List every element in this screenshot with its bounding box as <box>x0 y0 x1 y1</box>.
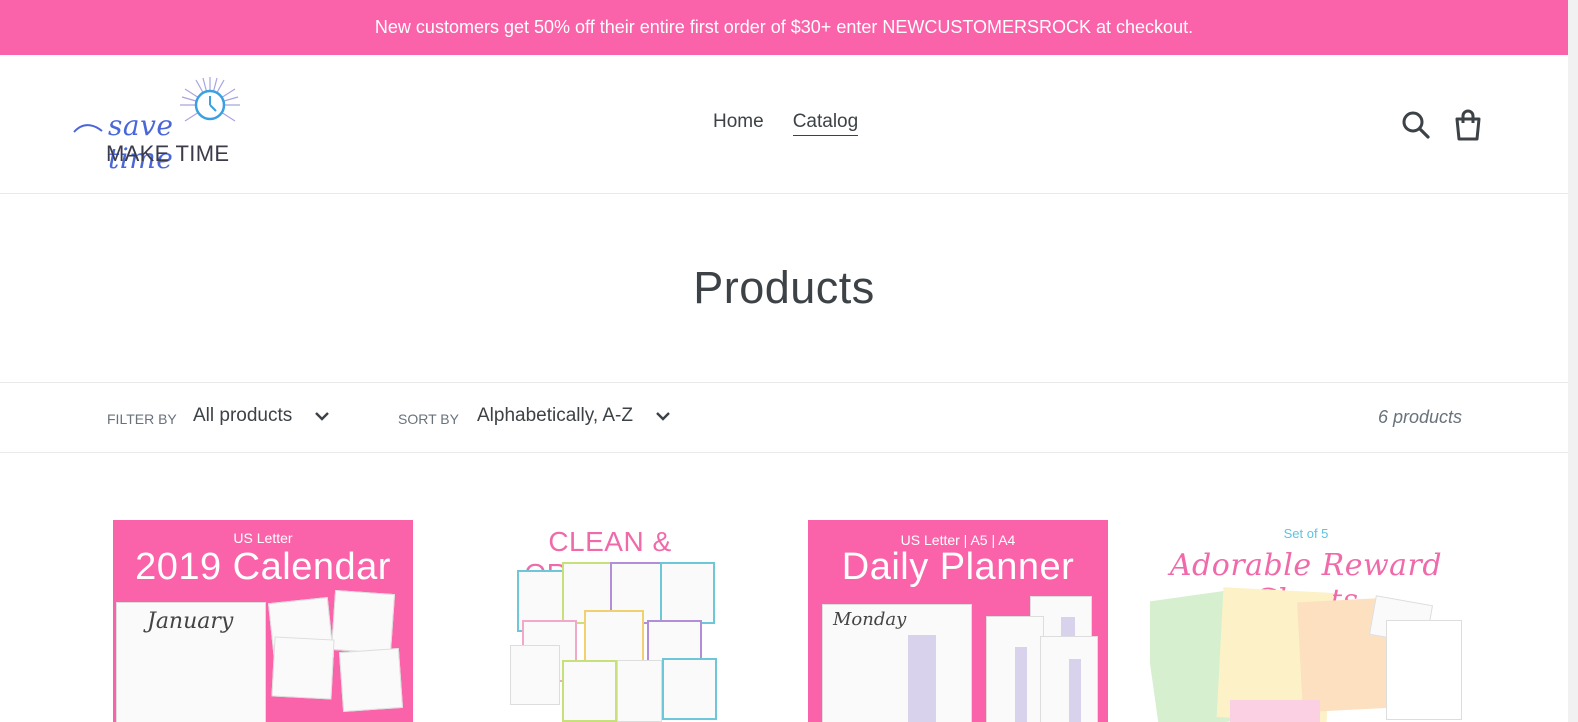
announcement-text: New customers get 50% off their entire f… <box>374 17 1194 37</box>
product-count: 6 products <box>1377 407 1462 427</box>
sheet-text: January <box>147 609 234 634</box>
logo-caps: MAKE TIME <box>106 141 230 166</box>
search-button[interactable] <box>1398 107 1434 143</box>
site-header: save time MAKE TIME Home Catalog <box>0 55 1568 194</box>
announcement-bar: New customers get 50% off their entire f… <box>0 0 1568 55</box>
main-nav: Home Catalog <box>713 111 859 136</box>
product-image <box>1230 700 1320 722</box>
cart-button[interactable] <box>1450 107 1486 143</box>
sort-select[interactable]: Alphabetically, A-Z <box>477 405 671 427</box>
cart-icon <box>1455 109 1481 141</box>
sort-label: Sort by <box>398 411 459 427</box>
sort-select-value: Alphabetically, A-Z <box>477 405 633 426</box>
product-top-line: US Letter <box>233 530 293 546</box>
product-image <box>660 562 715 624</box>
product-image <box>271 636 335 700</box>
filter-select-value: All products <box>193 405 293 426</box>
sheet-text: Monday <box>833 609 907 630</box>
product-image: Monday <box>822 604 972 722</box>
product-image <box>1040 636 1098 722</box>
nav-catalog[interactable]: Catalog <box>792 111 859 136</box>
scrollbar[interactable] <box>1568 0 1578 722</box>
product-image <box>1386 620 1462 720</box>
product-image <box>562 660 617 722</box>
product-image <box>330 589 396 655</box>
product-card-daily-planner[interactable]: US Letter | A5 | A4 Daily Planner Monday <box>808 520 1108 722</box>
product-card-calendar[interactable]: US Letter 2019 Calendar January <box>113 520 413 722</box>
product-image <box>617 660 662 722</box>
chevron-down-icon <box>656 412 670 421</box>
chevron-down-icon <box>315 412 330 421</box>
collection-filters: Filter by All products Sort by Alphabeti… <box>0 382 1568 453</box>
logo[interactable]: save time MAKE TIME <box>72 75 247 175</box>
product-image <box>510 645 560 705</box>
product-image <box>986 616 1044 722</box>
product-heading: 2019 Calendar <box>135 546 391 588</box>
filter-select[interactable]: All products <box>193 405 330 427</box>
filter-label: Filter by <box>107 411 177 427</box>
search-icon <box>1402 111 1430 139</box>
nav-home[interactable]: Home <box>713 111 764 136</box>
product-image: January <box>116 602 266 722</box>
product-card-clean-organized[interactable]: CLEAN & ORGANIZED <box>462 520 758 722</box>
page-title: Products <box>693 262 875 313</box>
product-image <box>338 647 404 713</box>
product-top-line: Set of 5 <box>1283 526 1329 541</box>
product-heading: Daily Planner <box>841 546 1075 588</box>
product-image <box>662 658 717 720</box>
product-card-reward-charts[interactable]: Set of 5 Adorable Reward Charts <box>1150 520 1462 722</box>
